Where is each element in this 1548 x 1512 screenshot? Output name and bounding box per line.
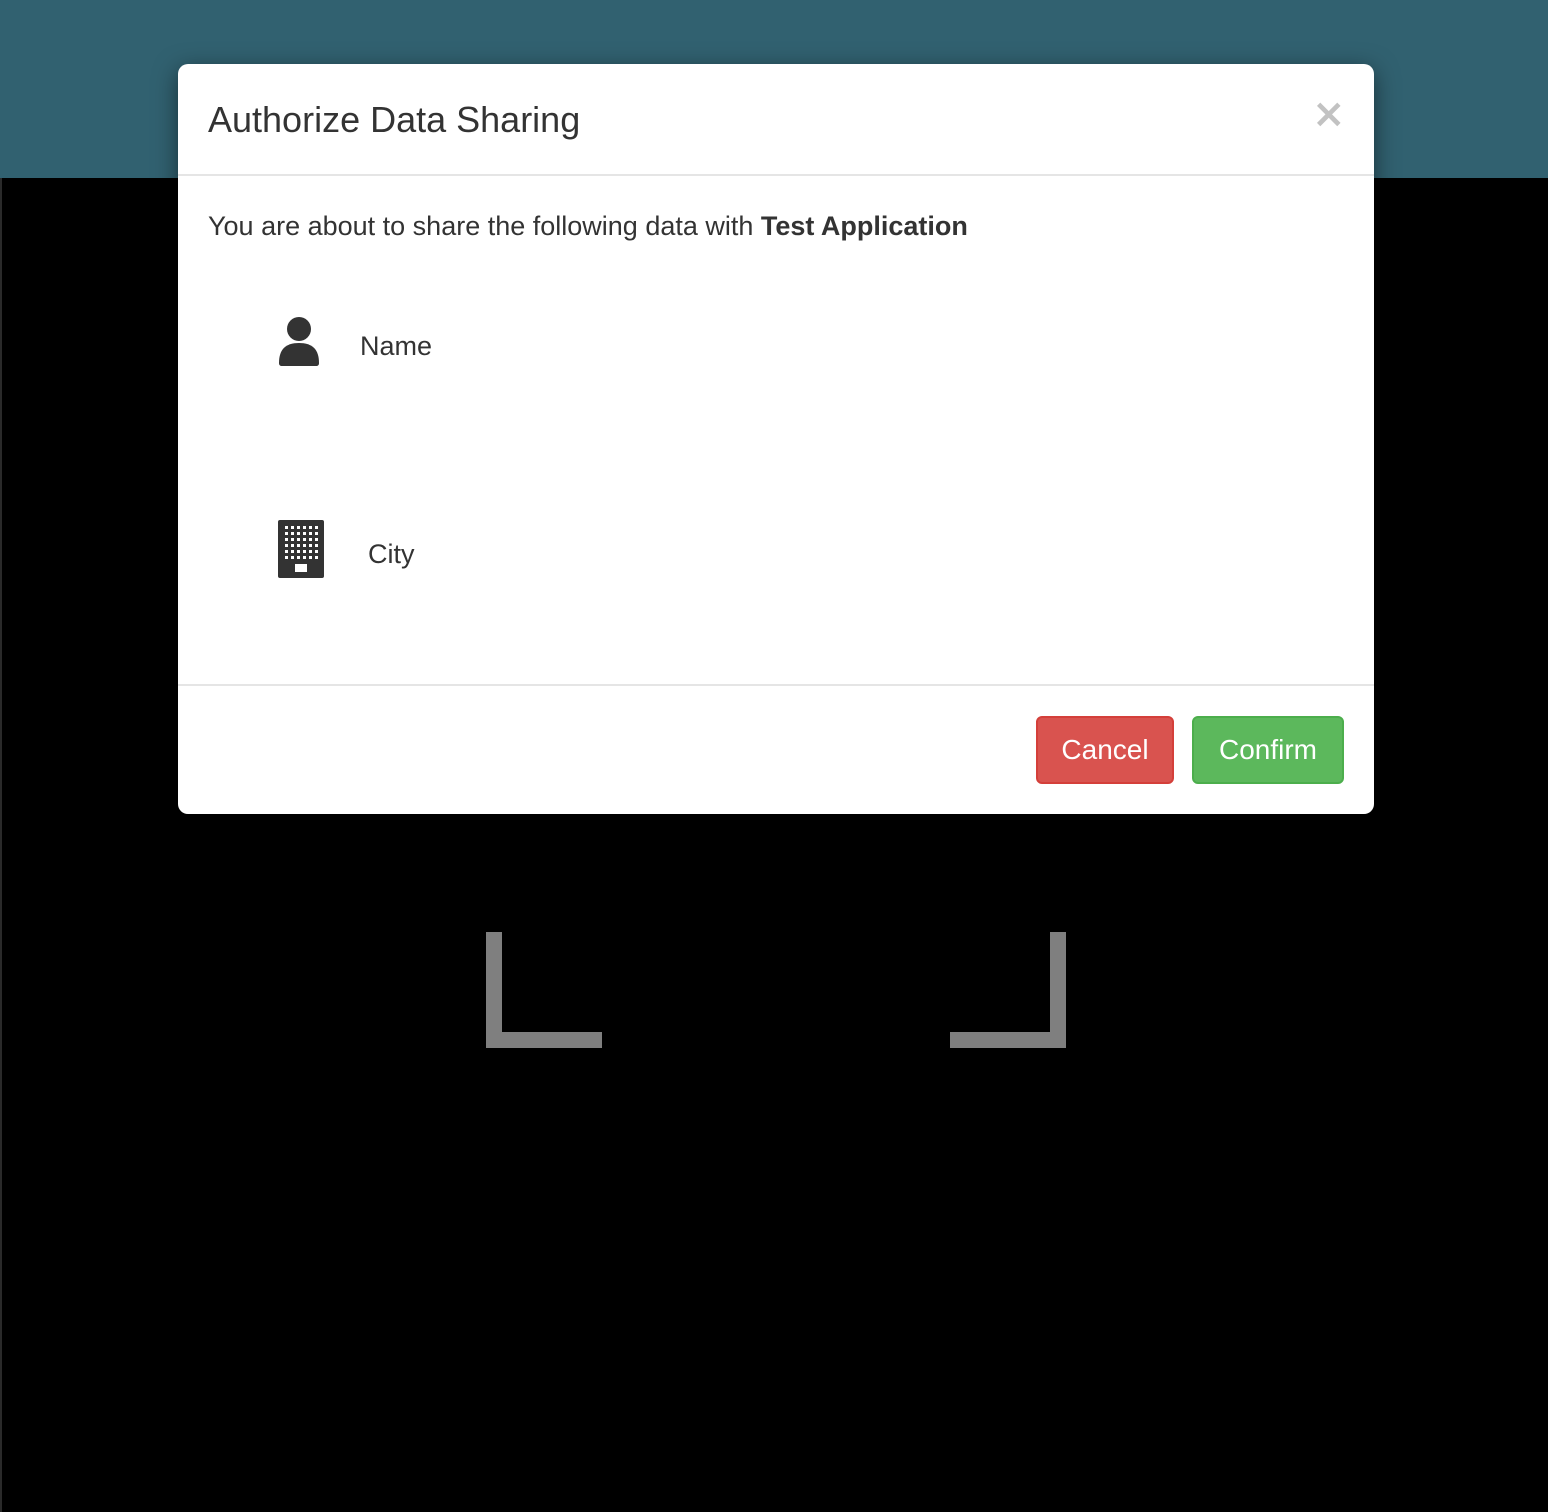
dialog-footer: Cancel Confirm — [178, 684, 1374, 814]
cancel-button[interactable]: Cancel — [1036, 716, 1174, 784]
building-icon — [278, 520, 324, 583]
data-item-name: Name — [278, 316, 878, 376]
confirm-button[interactable]: Confirm — [1192, 716, 1344, 784]
scanner-frame-corner-bottom-right — [950, 932, 1066, 1048]
user-icon — [278, 316, 320, 371]
data-item-label: City — [368, 539, 415, 569]
intro-prefix: You are about to share the following dat… — [208, 211, 761, 241]
data-item-city: City — [278, 520, 878, 580]
share-intro-text: You are about to share the following dat… — [208, 208, 968, 244]
scanner-frame-corner-bottom-left — [486, 932, 602, 1048]
authorize-dialog: Authorize Data Sharing × You are about t… — [178, 64, 1374, 814]
dialog-header: Authorize Data Sharing × — [178, 64, 1374, 176]
data-item-label: Name — [360, 331, 433, 361]
page: Authorize Data Sharing × You are about t… — [0, 0, 1548, 1512]
close-button[interactable]: × — [1312, 94, 1346, 134]
backdrop-edge — [0, 178, 2, 1512]
app-name: Test Application — [760, 211, 968, 241]
dialog-title: Authorize Data Sharing — [208, 99, 581, 140]
